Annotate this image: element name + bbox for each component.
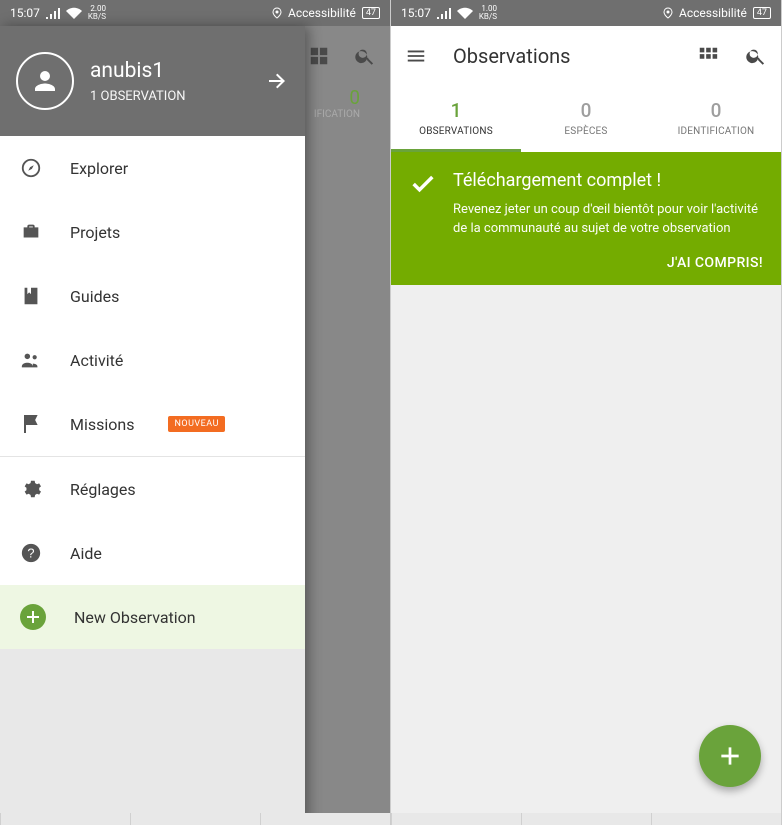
- banner-dismiss-button[interactable]: J'AI COMPRIS!: [667, 255, 763, 271]
- tab-label: OBSERVATIONS: [419, 126, 493, 137]
- tab-species[interactable]: 0 ESPÈCES: [521, 86, 651, 152]
- arrow-right-icon[interactable]: [265, 69, 289, 93]
- nav-bar-stub: [0, 813, 390, 825]
- signal-icon: [437, 7, 451, 19]
- new-observation-label: New Observation: [74, 608, 196, 627]
- sidebar-item-settings[interactable]: Réglages: [0, 457, 305, 521]
- tab-identification[interactable]: 0 IDENTIFICATION: [651, 86, 781, 152]
- new-badge: NOUVEAU: [168, 416, 224, 432]
- status-accessibility: Accessibilité: [288, 6, 356, 20]
- signal-icon: [46, 7, 60, 19]
- wifi-icon: [66, 7, 82, 19]
- drawer-obs-count: 1 OBSERVATION: [90, 89, 249, 104]
- gear-icon: [20, 478, 42, 500]
- compass-icon: [20, 157, 42, 179]
- flag-icon: [20, 413, 42, 435]
- wifi-icon: [457, 7, 473, 19]
- tab-count: 0: [581, 99, 592, 122]
- status-time: 15:07: [10, 6, 40, 20]
- phone-right: 15:07 1.00 KB/S Accessibilité 47: [391, 0, 782, 825]
- sidebar-item-label: Activité: [70, 351, 123, 370]
- check-icon: [409, 170, 437, 239]
- sidebar-item-projects[interactable]: Projets: [0, 200, 305, 264]
- tab-count: 0: [711, 99, 722, 122]
- drawer-header[interactable]: anubis1 1 OBSERVATION: [0, 26, 305, 136]
- tabs: 1 OBSERVATIONS 0 ESPÈCES 0 IDENTIFICATIO…: [391, 86, 781, 152]
- upload-complete-banner: Téléchargement complet ! Revenez jeter u…: [391, 152, 781, 285]
- status-kbs-unit: KB/S: [479, 13, 497, 21]
- status-bar: 15:07 2.00 KB/S Accessibilité 47: [0, 0, 390, 26]
- sidebar-item-missions[interactable]: Missions NOUVEAU: [0, 392, 305, 456]
- help-icon: ?: [20, 542, 42, 564]
- status-accessibility: Accessibilité: [679, 6, 747, 20]
- svg-text:?: ?: [27, 546, 34, 561]
- new-observation-button[interactable]: New Observation: [0, 585, 305, 649]
- grid-view-icon[interactable]: [308, 45, 330, 67]
- sidebar-item-label: Missions: [70, 415, 134, 434]
- sidebar-item-guides[interactable]: Guides: [0, 264, 305, 328]
- location-icon: [663, 7, 673, 19]
- sidebar-item-help[interactable]: ? Aide: [0, 521, 305, 585]
- avatar: [16, 52, 74, 110]
- sidebar-item-label: Aide: [70, 544, 102, 563]
- nav-bar-stub: [391, 813, 781, 825]
- sidebar-item-label: Guides: [70, 287, 119, 306]
- menu-icon[interactable]: [405, 45, 427, 67]
- drawer-username: anubis1: [90, 59, 249, 83]
- navigation-drawer: anubis1 1 OBSERVATION Explorer Projets: [0, 26, 305, 825]
- tab-count: 1: [451, 99, 462, 122]
- battery-icon: 47: [362, 7, 380, 19]
- book-icon: [20, 285, 42, 307]
- toolbar: Observations: [391, 26, 781, 86]
- banner-body: Revenez jeter un coup d'œil bientôt pour…: [453, 201, 763, 239]
- plus-circle-icon: [20, 604, 46, 630]
- sidebar-item-activity[interactable]: Activité: [0, 328, 305, 392]
- battery-icon: 47: [753, 7, 771, 19]
- search-icon[interactable]: [354, 45, 376, 67]
- tab-label: IDENTIFICATION: [678, 126, 755, 137]
- search-icon[interactable]: [745, 45, 767, 67]
- tab-observations[interactable]: 1 OBSERVATIONS: [391, 86, 521, 152]
- grid-view-icon[interactable]: [697, 45, 719, 67]
- status-bar: 15:07 1.00 KB/S Accessibilité 47: [391, 0, 781, 26]
- people-icon: [20, 350, 42, 370]
- page-title: Observations: [453, 44, 671, 68]
- tab-label: ESPÈCES: [564, 126, 607, 137]
- briefcase-icon: [20, 221, 42, 243]
- sidebar-item-label: Réglages: [70, 480, 136, 499]
- fab-add-observation[interactable]: [699, 725, 761, 787]
- sidebar-item-label: Projets: [70, 223, 120, 242]
- status-kbs-unit: KB/S: [88, 13, 106, 21]
- sidebar-item-label: Explorer: [70, 159, 128, 178]
- banner-title: Téléchargement complet !: [453, 170, 763, 191]
- phone-left: 15:07 2.00 KB/S Accessibilité 47: [0, 0, 391, 825]
- status-time: 15:07: [401, 6, 431, 20]
- location-icon: [272, 7, 282, 19]
- sidebar-item-explorer[interactable]: Explorer: [0, 136, 305, 200]
